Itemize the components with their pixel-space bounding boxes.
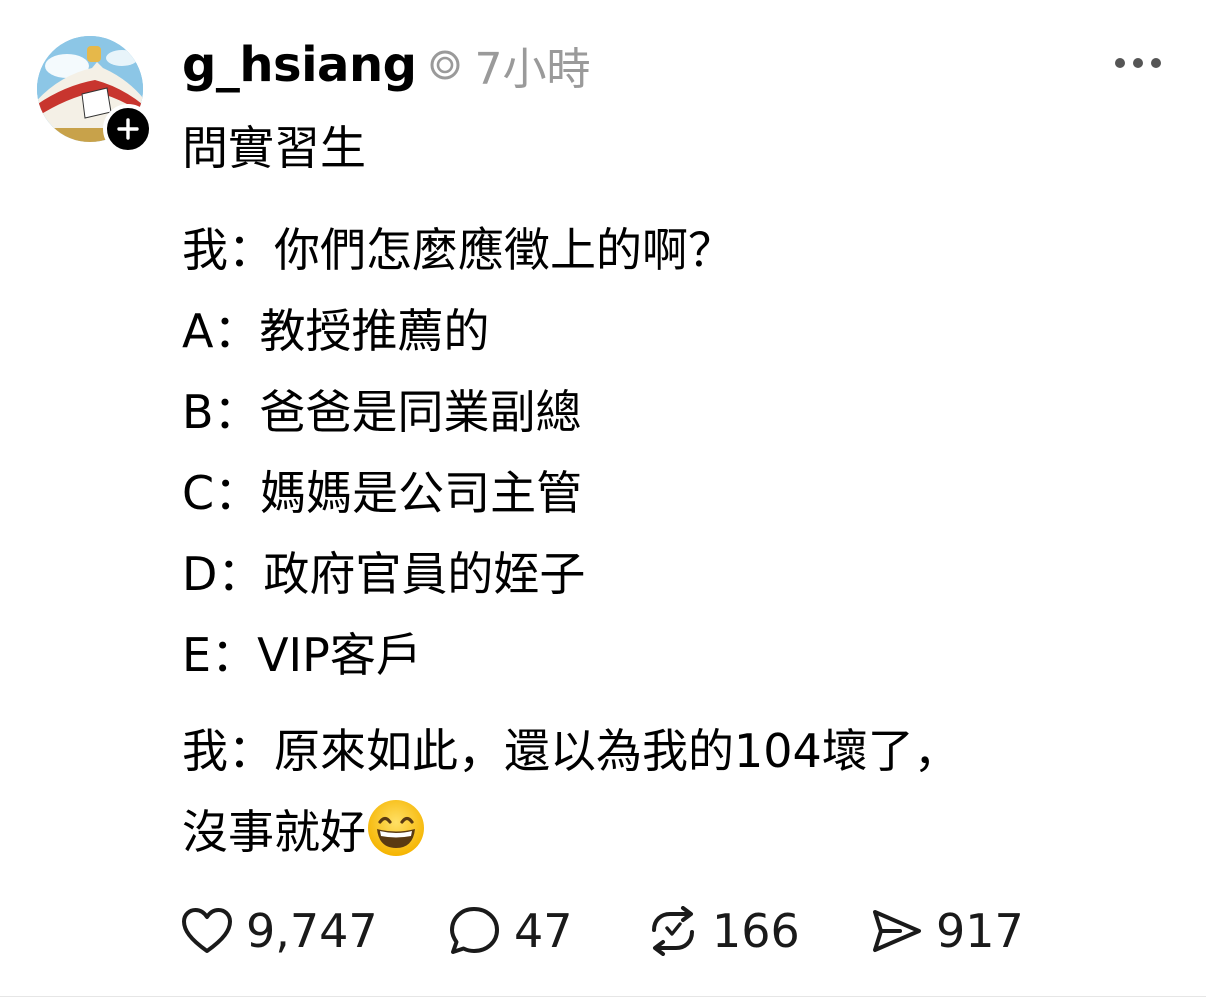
answer-d: D：政府官員的姪子	[182, 547, 586, 601]
reply-count: 47	[514, 904, 573, 958]
repost-arrows-icon	[652, 906, 694, 956]
share-button[interactable]: 917	[870, 904, 1024, 958]
heart-icon	[182, 908, 232, 953]
grinning-face-emoji-icon	[368, 800, 424, 856]
answer-a: A：教授推薦的	[182, 304, 490, 358]
post-divider	[0, 996, 1206, 997]
share-count: 917	[936, 904, 1024, 958]
post-title: 問實習生	[182, 121, 366, 175]
repost-count: 166	[712, 904, 800, 958]
post-header: g_hsiang 7小時	[182, 30, 590, 100]
closing-line-1: 我：原來如此，還以為我的104壞了，	[182, 724, 960, 778]
like-button[interactable]: 9,747	[180, 904, 448, 958]
follow-button[interactable]	[103, 104, 153, 154]
answer-e: E：VIP客戶	[182, 628, 422, 682]
repost-button[interactable]: 166	[646, 904, 870, 958]
answer-c: C：媽媽是公司主管	[182, 466, 583, 520]
post-body: 問實習生 我：你們怎麼應徵上的啊？ A：教授推薦的 B：爸爸是同業副總 C：媽媽…	[182, 118, 1182, 862]
username[interactable]: g_hsiang	[182, 37, 417, 93]
like-count: 9,747	[246, 904, 378, 958]
reply-button[interactable]: 47	[448, 904, 646, 958]
plus-icon	[117, 118, 139, 140]
post-timestamp: 7小時	[474, 44, 591, 95]
action-bar: 9,747 47 166 917	[180, 900, 1024, 962]
threads-icon	[430, 50, 460, 80]
send-icon	[873, 910, 921, 952]
more-dots-icon[interactable]	[1112, 48, 1164, 78]
closing-line-2: 沒事就好	[182, 798, 1182, 862]
comment-bubble-icon	[450, 907, 499, 954]
closing-line-2-text: 沒事就好	[182, 805, 366, 859]
answer-b: B：爸爸是同業副總	[182, 385, 582, 439]
post-question: 我：你們怎麼應徵上的啊？	[182, 223, 734, 277]
